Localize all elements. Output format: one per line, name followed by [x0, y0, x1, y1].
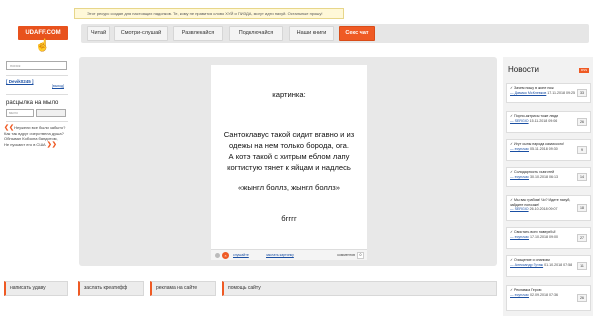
- rumor-block: ❮❮Неужели все были забыто? Как так вдруг…: [4, 125, 72, 148]
- news-item[interactable]: ✓ Свистать всех наверх!Ы! — ecyruvac 17.1…: [506, 227, 591, 249]
- news-item-author[interactable]: — ecyruvac: [510, 293, 529, 297]
- news-item-date: 26.10.2018 09:07: [528, 207, 558, 211]
- tab-read[interactable]: Читай: [87, 26, 110, 41]
- mailing-title: расцылка на мыло: [6, 100, 59, 106]
- news-item-meta: — ecyruvac 05.11.2018 09:30: [510, 147, 576, 152]
- news-item[interactable]: ✓ Рекламка Герою — ecyruvac 02.09.2018 07…: [506, 285, 591, 311]
- tab-entertain[interactable]: Развлекайся: [173, 26, 223, 41]
- footer-write-button[interactable]: написать удаву: [4, 281, 68, 296]
- footer-ads-button[interactable]: реклама на сайте: [150, 281, 216, 296]
- news-item-title[interactable]: ✓ Мы вас грабим! Чо? Идите нахуй, зайдит…: [510, 198, 576, 207]
- news-item-date: 17.11.2018 09:25: [546, 90, 576, 95]
- main-nav: Читай Смотри-слушай Развлекайся Подключа…: [81, 24, 589, 43]
- news-item-meta: — Александр Гутаж 01.10.2018 07:58: [510, 263, 576, 268]
- post-controls: × слушайте заслать картинку комментов 0: [211, 249, 367, 260]
- news-item-count[interactable]: 26: [577, 118, 587, 126]
- news-item-meta: — SERGIO 26.10.2018 09:07: [510, 207, 576, 212]
- post-line: когтистую тянет к яйцам и надлесь: [227, 163, 351, 172]
- rss-icon[interactable]: RSS: [579, 68, 589, 73]
- listen-link[interactable]: слушайте: [233, 250, 249, 261]
- comments-label: комментов: [337, 253, 355, 257]
- subscribe-button[interactable]: [36, 109, 66, 117]
- rumor-line: Неужели все были забыто?: [14, 125, 66, 130]
- footer-submit-button[interactable]: заслать креатифф: [78, 281, 144, 296]
- close-icon[interactable]: ×: [222, 252, 229, 259]
- news-item-count[interactable]: 18: [577, 204, 587, 212]
- news-item-count[interactable]: 26: [577, 294, 587, 302]
- post-card: картинка: Сантоклавус такой сидит вгавно…: [211, 65, 367, 249]
- divider: [6, 121, 68, 122]
- news-item-author[interactable]: — ecyruvac: [510, 147, 529, 151]
- news-item-count[interactable]: 9: [577, 146, 587, 154]
- news-item-author[interactable]: — SERGIO: [510, 119, 529, 123]
- news-item-count[interactable]: 14: [577, 173, 587, 181]
- divider: [6, 75, 68, 76]
- logout-link[interactable]: [выход]: [52, 84, 64, 88]
- news-item-author[interactable]: — Александр Гутаж: [510, 263, 543, 267]
- news-item-author[interactable]: — SERGIO: [510, 207, 529, 211]
- news-item[interactable]: ✓ Очищение и онанизм — Александр Гутаж 01…: [506, 255, 591, 277]
- username-link[interactable]: [ Devik0245 ]: [6, 79, 34, 84]
- news-item-date: 01.10.2018 07:58: [543, 262, 573, 267]
- news-item-meta: — Дамаск МсКлевков 17.11.2018 09:25: [510, 91, 576, 96]
- news-item-date: 05.11.2018 09:30: [528, 146, 558, 151]
- news-item-author[interactable]: — Дамаск МсКлевков: [510, 91, 546, 95]
- news-item[interactable]: ✓ Игут сыны народа казахского! — ecyruvac…: [506, 139, 591, 161]
- tab-sex-chat[interactable]: Секс чат: [339, 26, 375, 41]
- divider: [6, 94, 68, 95]
- search-input[interactable]: поиск: [6, 61, 67, 70]
- circle-icon[interactable]: [215, 253, 220, 258]
- news-item-author[interactable]: — ecyruvac: [510, 235, 529, 239]
- news-item[interactable]: ✓ Порно-актрисы тоже люди — SERGIO 15.11.…: [506, 111, 591, 133]
- chevron-left-icon: ❮❮: [4, 125, 15, 131]
- footer-help-button[interactable]: помощь сайту: [222, 281, 497, 296]
- post-line: Сантоклавус такой сидит вгавно и из: [223, 130, 355, 139]
- news-item-meta: — ecyruvac 30.10.2018 06:13: [510, 175, 576, 180]
- news-item-date: 30.10.2018 06:13: [528, 174, 558, 179]
- news-item-count[interactable]: 11: [577, 262, 587, 270]
- news-item-count[interactable]: 33: [577, 89, 587, 97]
- news-item-date: 17.10.2018 09:00: [528, 234, 558, 239]
- post-line: «жынгл боллз, жынгл боллз»: [238, 183, 340, 192]
- email-field[interactable]: мыло: [6, 109, 34, 117]
- news-item-meta: — ecyruvac 17.10.2018 09:00: [510, 235, 576, 240]
- send-picture-link[interactable]: заслать картинку: [266, 250, 294, 261]
- tab-watch-listen[interactable]: Смотри-слушай: [114, 26, 168, 41]
- post-line: бгггг: [281, 214, 297, 223]
- site-notice: Этот ресурс создан для настоящих падонко…: [74, 8, 344, 19]
- news-item-date: 15.11.2018 09:06: [528, 118, 558, 123]
- news-item[interactable]: ✓ Солидарность хьюготей — ecyruvac 30.10.…: [506, 167, 591, 187]
- news-item-meta: — ecyruvac 02.09.2018 07:36: [510, 293, 576, 298]
- post-line: А котэ такой с хитрым еблом лапу: [228, 152, 350, 161]
- news-item-count[interactable]: 27: [577, 234, 587, 242]
- rumor-line: Не пускают его в США: [4, 141, 46, 147]
- post-line: одежы на нем только борода, ога.: [228, 141, 349, 150]
- tab-books[interactable]: Наши книги: [289, 26, 334, 41]
- tab-connect[interactable]: Подключайся: [229, 26, 283, 41]
- news-item-date: 02.09.2018 07:36: [528, 292, 558, 297]
- comments-count[interactable]: 0: [357, 252, 364, 259]
- hand-cursor-icon: ☝: [35, 38, 50, 52]
- news-title: Новости: [508, 65, 539, 74]
- post-line: картинка:: [272, 90, 306, 99]
- news-item[interactable]: ✓ Мы вас грабим! Чо? Идите нахуй, зайдит…: [506, 195, 591, 221]
- news-item-author[interactable]: — ecyruvac: [510, 175, 529, 179]
- news-sidebar: Новости RSS ✓ Зачем пошу в жопе нож — Дам…: [503, 57, 593, 316]
- news-item[interactable]: ✓ Зачем пошу в жопе нож — Дамаск МсКлевко…: [506, 83, 591, 103]
- news-item-meta: — SERGIO 15.11.2018 09:06: [510, 119, 576, 124]
- chevron-right-icon: ❯❯: [46, 141, 57, 148]
